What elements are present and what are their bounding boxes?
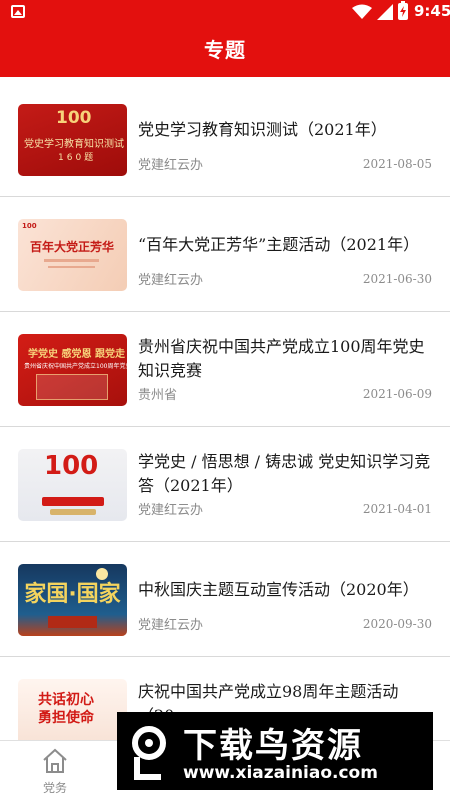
topic-thumbnail: 家国·国家 xyxy=(18,564,127,636)
page-title: 专题 xyxy=(204,38,246,62)
status-bar: 9:45 xyxy=(0,0,450,24)
nav-item-label: 党务 xyxy=(42,781,67,795)
topic-thumbnail: 100 党史学习教育知识测试 160题 xyxy=(18,104,127,176)
topic-item[interactable]: 家国·国家 中秋国庆主题互动宣传活动（2020年） 党建红云办 2020-09-… xyxy=(0,542,450,657)
battery-icon xyxy=(398,1,408,20)
topic-source: 贵州省 xyxy=(138,388,178,403)
topic-item[interactable]: 100 学党史 / 悟思想 / 铸忠诚 党史知识学习竞答（2021年） 党建红云… xyxy=(0,427,450,542)
topic-date: 2020-09-30 xyxy=(362,617,432,631)
topic-thumbnail: 100 百年大党正芳华 xyxy=(18,219,127,291)
topic-source: 党建红云办 xyxy=(138,158,204,173)
wifi-icon xyxy=(352,4,372,24)
topic-source: 党建红云办 xyxy=(138,273,204,288)
bird-logo-icon xyxy=(132,726,166,780)
topic-date: 2021-08-05 xyxy=(362,157,432,171)
topic-date: 2021-06-09 xyxy=(362,387,432,401)
watermark-title: 下载鸟资源 xyxy=(183,726,363,766)
topic-title: 学党史 / 悟思想 / 铸忠诚 党史知识学习竞答（2021年） xyxy=(138,452,431,495)
home-icon xyxy=(43,748,67,773)
topic-item[interactable]: 学党史 感党恩 跟党走 贵州省庆祝中国共产党成立100周年党史知识竞赛 贵州省庆… xyxy=(0,312,450,427)
nav-item-party-affairs[interactable]: 党务 xyxy=(10,741,100,800)
topic-title: “百年大党正芳华”主题活动（2021年） xyxy=(138,235,420,254)
topic-date: 2021-04-01 xyxy=(362,502,432,516)
status-time: 9:45 xyxy=(414,2,450,20)
topic-source: 党建红云办 xyxy=(138,503,204,518)
topic-title: 党史学习教育知识测试（2021年） xyxy=(138,120,387,139)
watermark-url: www.xiazainiao.com xyxy=(183,763,378,783)
topic-thumbnail: 学党史 感党恩 跟党走 贵州省庆祝中国共产党成立100周年党史知识竞赛 xyxy=(18,334,127,406)
signal-icon xyxy=(377,4,393,24)
topic-title: 中秋国庆主题互动宣传活动（2020年） xyxy=(138,580,419,599)
topic-date: 2021-06-30 xyxy=(362,272,432,286)
image-icon xyxy=(11,5,25,18)
app-header: 9:45 专题 xyxy=(0,0,450,77)
topic-title: 贵州省庆祝中国共产党成立100周年党史知识竞赛 xyxy=(138,337,425,380)
topic-thumbnail: 100 xyxy=(18,449,127,521)
topic-item[interactable]: 100 党史学习教育知识测试 160题 党史学习教育知识测试（2021年） 党建… xyxy=(0,82,450,197)
topic-source: 党建红云办 xyxy=(138,618,204,633)
topic-list: 100 党史学习教育知识测试 160题 党史学习教育知识测试（2021年） 党建… xyxy=(0,82,450,772)
watermark-overlay: 下载鸟资源 www.xiazainiao.com xyxy=(117,712,433,790)
topic-item[interactable]: 100 百年大党正芳华 “百年大党正芳华”主题活动（2021年） 党建红云办 2… xyxy=(0,197,450,312)
